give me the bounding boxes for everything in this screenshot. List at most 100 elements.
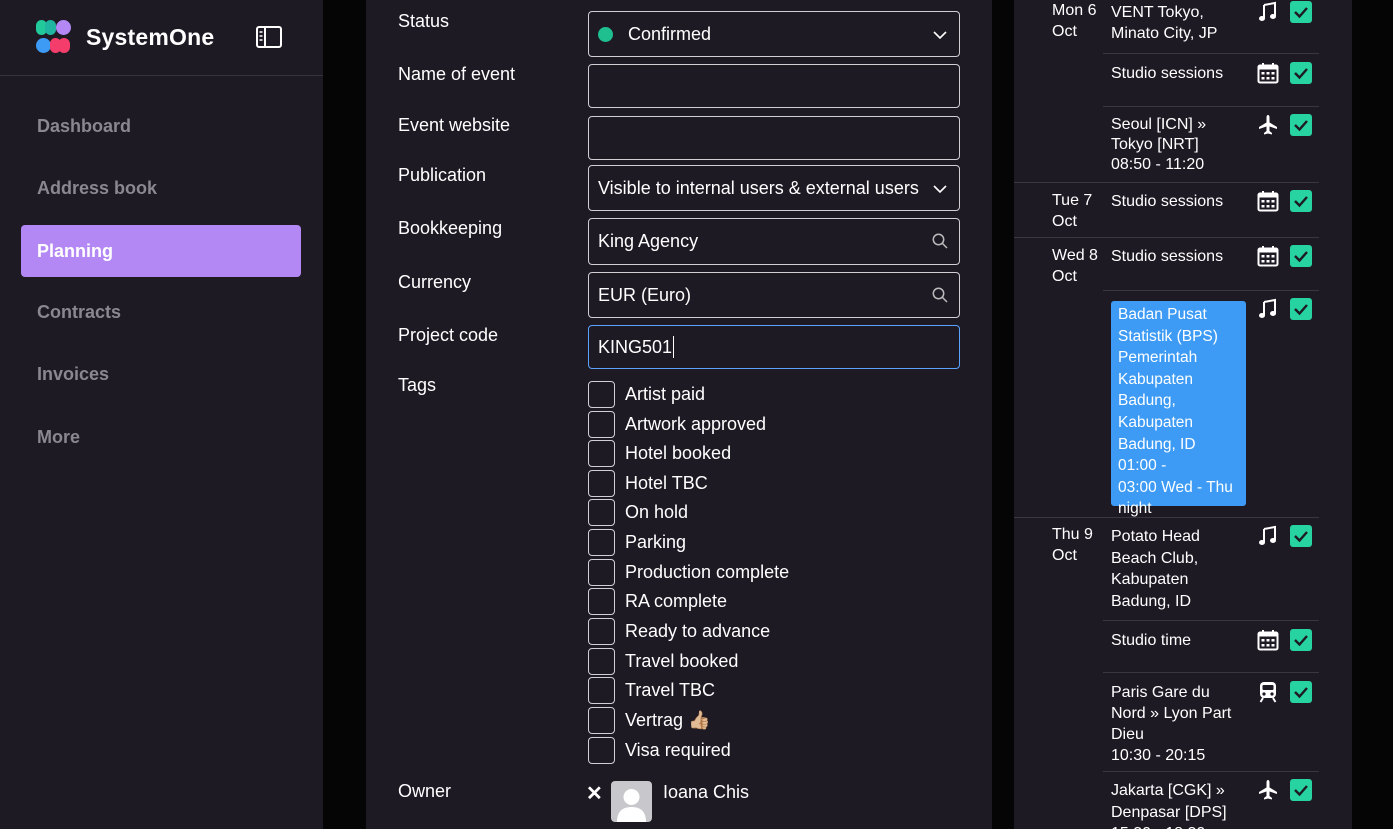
tag-checkbox[interactable] <box>588 410 615 438</box>
project-code-input[interactable]: KING501 <box>588 325 960 369</box>
event-checkbox-checked[interactable] <box>1290 190 1312 212</box>
tag-travel-booked[interactable]: Travel booked <box>588 647 738 675</box>
tag-artist-paid[interactable]: Artist paid <box>588 380 705 408</box>
event-form: Status Confirmed Name of event Event web… <box>366 0 992 829</box>
tag-ready-to-advance[interactable]: Ready to advance <box>588 617 770 645</box>
check-icon <box>1294 7 1308 19</box>
tag-checkbox[interactable] <box>588 380 615 408</box>
tag-checkbox[interactable] <box>588 617 615 645</box>
schedule-event[interactable]: VENT Tokyo, Minato City, JP <box>1111 2 1251 44</box>
event-checkbox-checked[interactable] <box>1290 62 1312 84</box>
tag-checkbox[interactable] <box>588 469 615 497</box>
event-checkbox-checked[interactable] <box>1290 245 1312 267</box>
event-checkbox-checked[interactable] <box>1290 779 1312 801</box>
event-name-input[interactable] <box>588 64 960 108</box>
tag-checkbox[interactable] <box>588 676 615 704</box>
owner-label: Owner <box>398 781 452 801</box>
event-checkbox-checked[interactable] <box>1290 1 1312 23</box>
tag-checkbox[interactable] <box>588 647 615 675</box>
tags-label: Tags <box>398 375 437 395</box>
tag-artwork-approved[interactable]: Artwork approved <box>588 410 766 438</box>
event-checkbox-checked[interactable] <box>1290 298 1312 320</box>
schedule-event[interactable]: Potato Head Beach Club, Kabupaten Badung, I… <box>1111 526 1251 612</box>
tag-visa-required[interactable]: Visa required <box>588 736 731 764</box>
remove-owner-icon[interactable]: ✕ <box>586 781 603 806</box>
event-separator <box>1103 290 1319 291</box>
sidebar-toggle-icon[interactable] <box>255 24 283 50</box>
check-icon <box>1294 687 1308 699</box>
project-code-value: KING501 <box>598 336 673 357</box>
tag-checkbox[interactable] <box>588 706 615 734</box>
check-icon <box>1294 68 1308 80</box>
calendar-icon <box>1257 191 1279 212</box>
user-silhouette-icon <box>617 789 646 822</box>
check-icon <box>1294 120 1308 132</box>
brand[interactable]: SystemOne <box>36 20 214 54</box>
currency-label: Currency <box>398 272 472 292</box>
currency-search[interactable]: EUR (Euro) <box>588 272 960 318</box>
tag-vertrag[interactable]: Vertrag 👍🏼 <box>588 706 710 734</box>
schedule-event[interactable]: Studio sessions <box>1111 191 1251 212</box>
owner-name: Ioana Chis <box>663 782 750 802</box>
nav-address-book[interactable]: Address book <box>21 162 301 214</box>
text-caret <box>673 336 675 358</box>
day-label: Tue 7 Oct <box>1052 192 1093 230</box>
tag-checkbox[interactable] <box>588 439 615 467</box>
chevron-down-icon <box>933 185 947 194</box>
event-separator <box>1103 620 1319 621</box>
status-dot <box>598 26 613 42</box>
day-label: Wed 8 Oct <box>1052 247 1098 285</box>
tag-hotel-booked[interactable]: Hotel booked <box>588 439 731 467</box>
schedule-event[interactable]: Paris Gare du Nord » Lyon Part Dieu 10:30 -… <box>1111 682 1251 766</box>
event-checkbox-checked[interactable] <box>1290 114 1312 136</box>
tag-travel-tbc[interactable]: Travel TBC <box>588 676 715 704</box>
event-website-input[interactable] <box>588 116 960 160</box>
event-checkbox-checked[interactable] <box>1290 525 1312 547</box>
check-icon <box>1294 196 1308 208</box>
nav-dashboard[interactable]: Dashboard <box>21 100 301 152</box>
tag-on-hold[interactable]: On hold <box>588 498 688 526</box>
schedule-event[interactable]: Seoul [ICN] » Tokyo [NRT] 08:50 - 11:20 <box>1111 115 1251 175</box>
nav-invoices[interactable]: Invoices <box>21 348 301 400</box>
day-label: Thu 9 Oct <box>1052 526 1093 564</box>
nav-contracts[interactable]: Contracts <box>21 286 301 338</box>
event-separator <box>1103 53 1319 54</box>
tag-production-complete[interactable]: Production complete <box>588 558 789 586</box>
music-note-icon <box>1259 1 1276 21</box>
day-separator <box>1014 182 1319 183</box>
status-value: Confirmed <box>628 23 712 44</box>
tag-hotel-tbc[interactable]: Hotel TBC <box>588 469 708 497</box>
music-note-icon <box>1259 298 1276 318</box>
check-icon <box>1294 304 1308 316</box>
tag-checkbox[interactable] <box>588 736 615 764</box>
tag-checkbox[interactable] <box>588 528 615 556</box>
airplane-icon <box>1259 780 1277 800</box>
tag-checkbox[interactable] <box>588 587 615 615</box>
search-icon <box>932 233 948 249</box>
tag-checkbox[interactable] <box>588 558 615 586</box>
schedule-event[interactable]: Studio sessions <box>1111 63 1251 84</box>
schedule-event[interactable]: Studio sessions <box>1111 246 1251 267</box>
check-icon <box>1294 635 1308 647</box>
status-select[interactable]: Confirmed <box>588 11 960 57</box>
nav-more[interactable]: More <box>21 411 301 463</box>
bookkeeping-search[interactable]: King Agency <box>588 218 960 265</box>
schedule-event[interactable]: Studio time <box>1111 630 1251 651</box>
chevron-down-icon <box>933 31 947 40</box>
calendar-icon <box>1257 63 1279 84</box>
tag-checkbox[interactable] <box>588 498 615 526</box>
schedule-event[interactable]: Jakarta [CGK] »Denpasar [DPS]15:30 - 18:… <box>1111 780 1251 829</box>
tag-ra-complete[interactable]: RA complete <box>588 587 727 615</box>
nav-planning[interactable]: Planning <box>21 225 301 277</box>
check-icon <box>1294 531 1308 543</box>
event-checkbox-checked[interactable] <box>1290 681 1312 703</box>
event-checkbox-checked[interactable] <box>1290 629 1312 651</box>
publication-select[interactable]: Visible to internal users & external use… <box>588 165 960 211</box>
day-separator <box>1014 237 1319 238</box>
tag-parking[interactable]: Parking <box>588 528 686 556</box>
schedule-event-highlighted[interactable]: Badan Pusat Statistik (BPS) Pemerintah Kabu… <box>1111 301 1246 517</box>
project-code-label: Project code <box>398 325 499 345</box>
systemone-logo <box>36 20 71 54</box>
event-name-label: Name of event <box>398 64 516 84</box>
schedule-panel: Mon 6 Oct Tue 7 Oct Wed 8 Oct Thu 9 Oct VENT… <box>1014 0 1352 829</box>
